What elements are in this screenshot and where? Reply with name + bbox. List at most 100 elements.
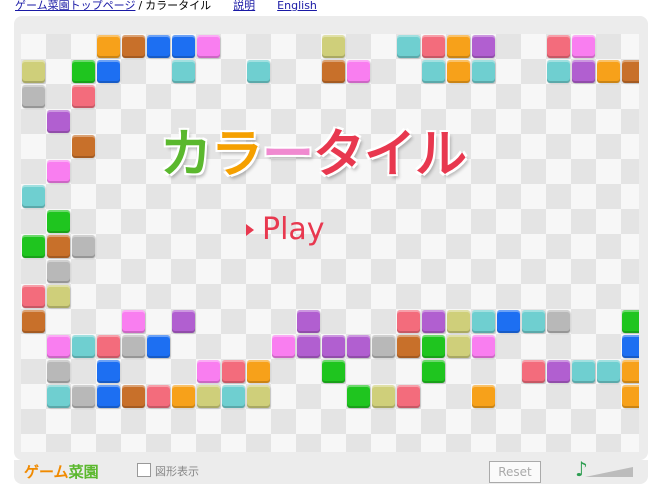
color-tile[interactable] <box>297 310 320 333</box>
color-tile[interactable] <box>197 360 220 383</box>
color-tile[interactable] <box>572 60 595 83</box>
color-tile[interactable] <box>147 385 170 408</box>
color-tile[interactable] <box>72 385 95 408</box>
color-tile[interactable] <box>472 335 495 358</box>
color-tile[interactable] <box>172 385 195 408</box>
color-tile[interactable] <box>447 310 470 333</box>
color-tile[interactable] <box>197 35 220 58</box>
color-tile[interactable] <box>447 335 470 358</box>
color-tile[interactable] <box>272 335 295 358</box>
color-tile[interactable] <box>247 360 270 383</box>
show-shapes-checkbox[interactable] <box>137 463 151 477</box>
color-tile[interactable] <box>222 360 245 383</box>
color-tile[interactable] <box>47 210 70 233</box>
color-tile[interactable] <box>622 310 639 333</box>
color-tile[interactable] <box>72 335 95 358</box>
color-tile[interactable] <box>22 185 45 208</box>
color-tile[interactable] <box>347 60 370 83</box>
color-tile[interactable] <box>472 60 495 83</box>
color-tile[interactable] <box>622 335 639 358</box>
color-tile[interactable] <box>22 310 45 333</box>
color-tile[interactable] <box>47 285 70 308</box>
color-tile[interactable] <box>472 385 495 408</box>
color-tile[interactable] <box>347 335 370 358</box>
color-tile[interactable] <box>147 35 170 58</box>
color-tile[interactable] <box>447 35 470 58</box>
help-link[interactable]: 説明 <box>233 0 255 12</box>
color-tile[interactable] <box>397 385 420 408</box>
color-tile[interactable] <box>322 360 345 383</box>
reset-button[interactable]: Reset <box>489 461 541 483</box>
color-tile[interactable] <box>547 310 570 333</box>
color-tile[interactable] <box>422 60 445 83</box>
color-tile[interactable] <box>72 85 95 108</box>
color-tile[interactable] <box>322 35 345 58</box>
color-tile[interactable] <box>572 35 595 58</box>
color-tile[interactable] <box>397 335 420 358</box>
color-tile[interactable] <box>572 360 595 383</box>
english-link[interactable]: English <box>277 0 317 12</box>
color-tile[interactable] <box>497 310 520 333</box>
color-tile[interactable] <box>72 60 95 83</box>
color-tile[interactable] <box>297 335 320 358</box>
color-tile[interactable] <box>547 360 570 383</box>
color-tile[interactable] <box>372 385 395 408</box>
color-tile[interactable] <box>622 385 639 408</box>
brand-logo[interactable]: ゲーム菜園 <box>24 461 99 482</box>
color-tile[interactable] <box>97 385 120 408</box>
color-tile[interactable] <box>597 60 620 83</box>
color-tile[interactable] <box>347 385 370 408</box>
color-tile[interactable] <box>22 60 45 83</box>
color-tile[interactable] <box>422 310 445 333</box>
color-tile[interactable] <box>522 360 545 383</box>
color-tile[interactable] <box>472 35 495 58</box>
color-tile[interactable] <box>97 335 120 358</box>
color-tile[interactable] <box>47 260 70 283</box>
color-tile[interactable] <box>47 360 70 383</box>
color-tile[interactable] <box>597 360 620 383</box>
color-tile[interactable] <box>47 110 70 133</box>
color-tile[interactable] <box>47 160 70 183</box>
color-tile[interactable] <box>172 310 195 333</box>
color-tile[interactable] <box>222 385 245 408</box>
color-tile[interactable] <box>472 310 495 333</box>
color-tile[interactable] <box>622 60 639 83</box>
color-tile[interactable] <box>22 285 45 308</box>
color-tile[interactable] <box>397 310 420 333</box>
color-tile[interactable] <box>147 335 170 358</box>
play-button[interactable]: Play <box>246 212 325 247</box>
color-tile[interactable] <box>372 335 395 358</box>
color-tile[interactable] <box>22 235 45 258</box>
home-link[interactable]: ゲーム菜園トップページ <box>15 0 135 12</box>
color-tile[interactable] <box>547 35 570 58</box>
color-tile[interactable] <box>97 60 120 83</box>
color-tile[interactable] <box>122 385 145 408</box>
color-tile[interactable] <box>397 35 420 58</box>
color-tile[interactable] <box>322 335 345 358</box>
color-tile[interactable] <box>172 60 195 83</box>
color-tile[interactable] <box>172 35 195 58</box>
color-tile[interactable] <box>547 60 570 83</box>
color-tile[interactable] <box>422 360 445 383</box>
color-tile[interactable] <box>122 35 145 58</box>
color-tile[interactable] <box>47 335 70 358</box>
color-tile[interactable] <box>422 335 445 358</box>
color-tile[interactable] <box>97 360 120 383</box>
color-tile[interactable] <box>122 310 145 333</box>
color-tile[interactable] <box>447 60 470 83</box>
color-tile[interactable] <box>22 85 45 108</box>
color-tile[interactable] <box>522 310 545 333</box>
game-board[interactable] <box>21 34 639 452</box>
color-tile[interactable] <box>322 60 345 83</box>
volume-slider[interactable] <box>585 467 633 477</box>
color-tile[interactable] <box>122 335 145 358</box>
color-tile[interactable] <box>247 385 270 408</box>
color-tile[interactable] <box>247 60 270 83</box>
color-tile[interactable] <box>47 235 70 258</box>
color-tile[interactable] <box>197 385 220 408</box>
color-tile[interactable] <box>72 235 95 258</box>
color-tile[interactable] <box>422 35 445 58</box>
color-tile[interactable] <box>97 35 120 58</box>
color-tile[interactable] <box>72 135 95 158</box>
color-tile[interactable] <box>622 360 639 383</box>
